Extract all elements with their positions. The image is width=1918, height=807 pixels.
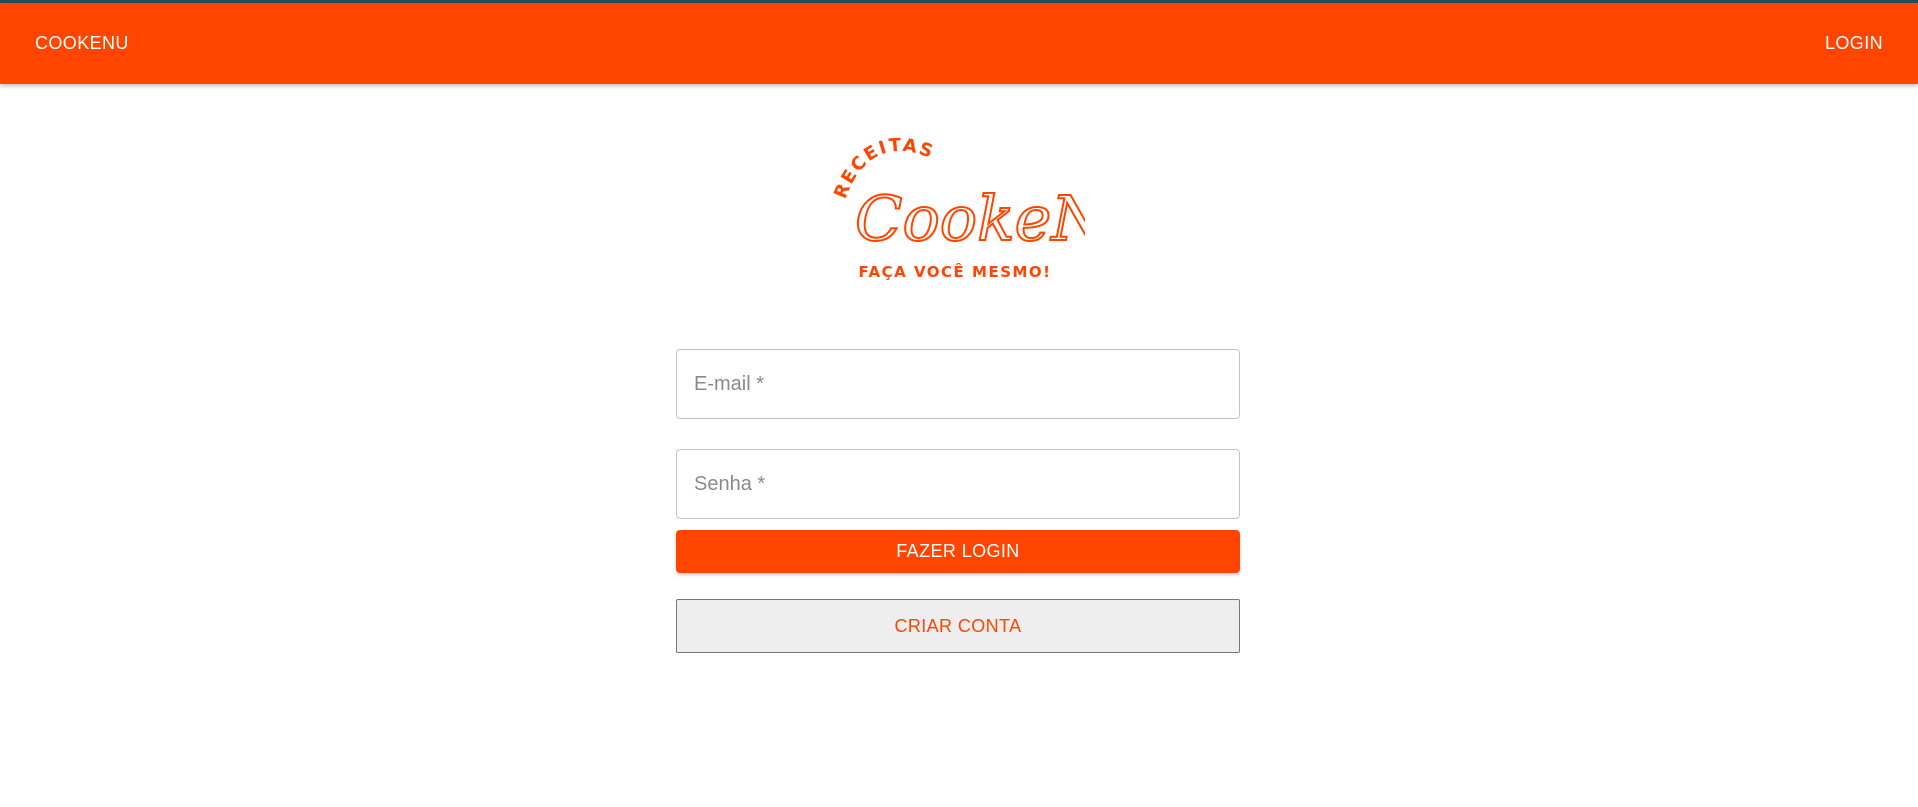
- create-account-button[interactable]: CRIAR CONTA: [676, 599, 1240, 653]
- password-input[interactable]: [677, 450, 1239, 518]
- password-field[interactable]: [676, 449, 1240, 519]
- logo-tagline: FAÇA VOCÊ MESMO!: [858, 262, 1051, 281]
- login-nav-button[interactable]: LOGIN: [1814, 25, 1894, 62]
- brand-home-button[interactable]: COOKENU: [24, 25, 140, 62]
- logo-script-text: CookeNu: [855, 182, 1085, 255]
- app-bar: COOKENU LOGIN: [0, 3, 1918, 84]
- email-field[interactable]: [676, 349, 1240, 419]
- cookenu-logo: RECEITAS CookeNu FAÇA VOCÊ MESMO!: [825, 130, 1146, 285]
- login-button[interactable]: FAZER LOGIN: [676, 530, 1240, 573]
- email-input[interactable]: [677, 350, 1239, 418]
